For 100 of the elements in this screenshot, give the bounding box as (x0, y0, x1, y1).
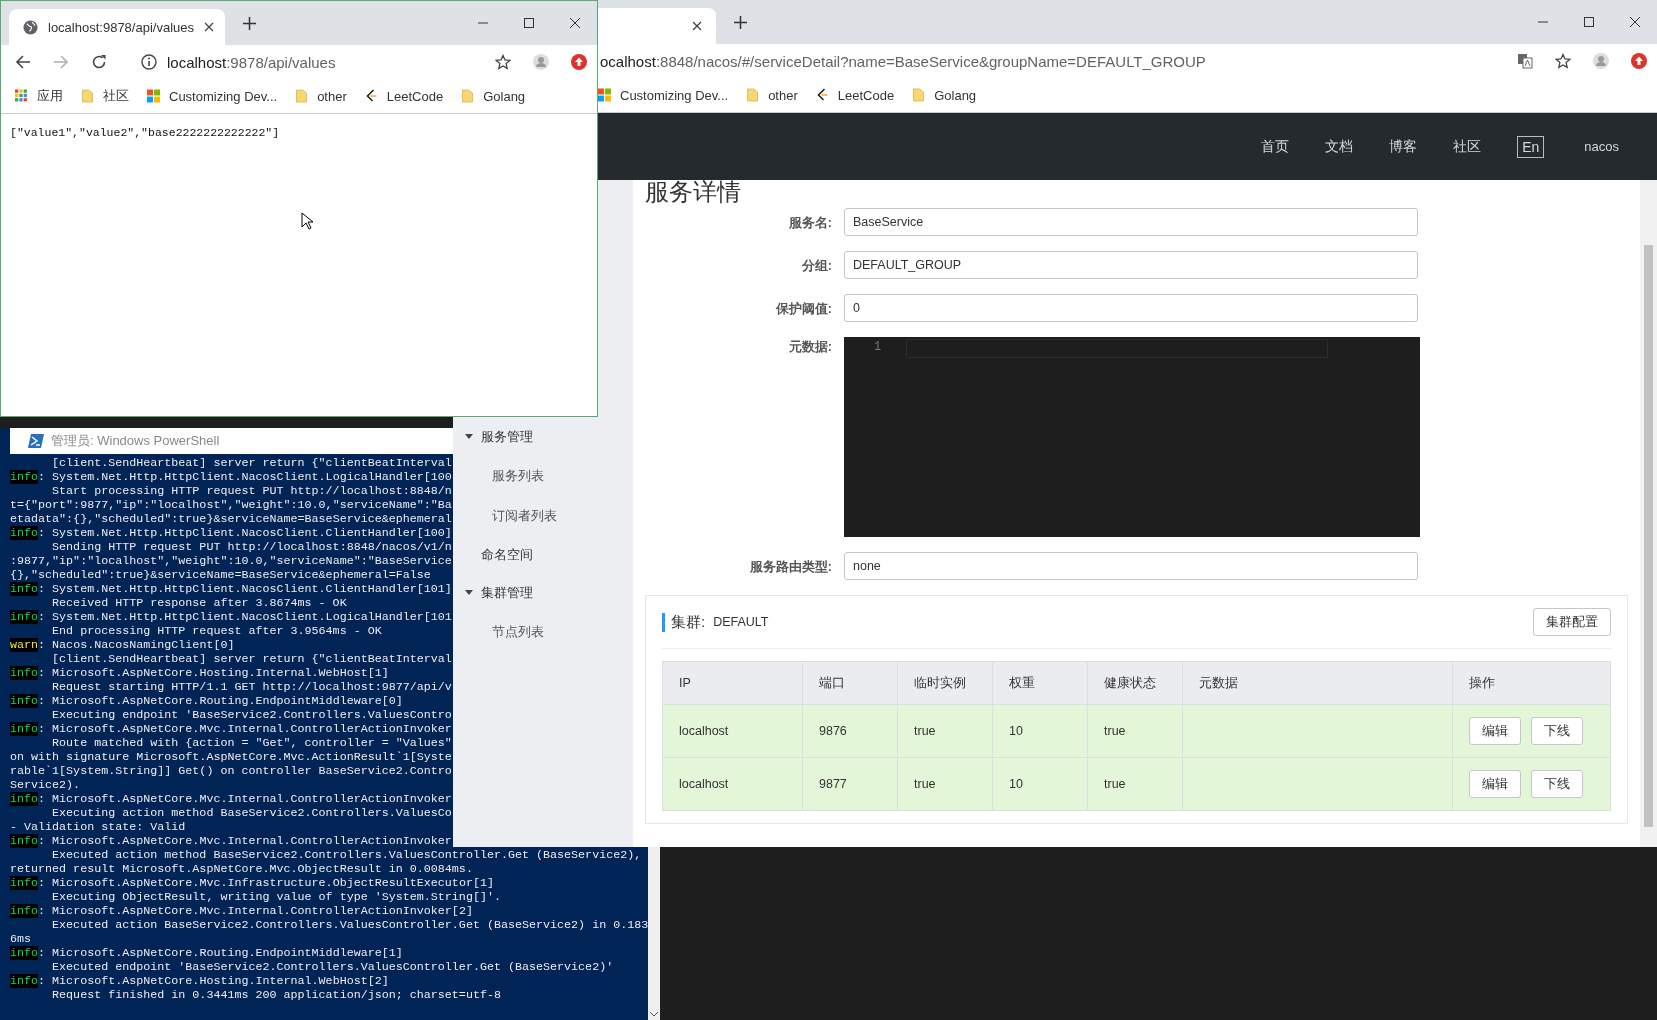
translate-icon[interactable] (1517, 53, 1533, 69)
maximize-icon[interactable] (1583, 16, 1595, 28)
address-field[interactable]: ocalhost:8848/nacos/#/serviceDetail?name=BaseService&groupName=DEFAULT_GROUP (600, 52, 1206, 70)
cluster-label: 集群: (662, 612, 706, 632)
reload-icon[interactable] (91, 54, 107, 70)
console-line: [client.SendHeartbeat] server return {"clientBeatInterval (51, 456, 452, 470)
console-line: info: Microsoft.AspNetCore.Mvc.Infrastructure.ObjectResultExecutor[1] (10, 876, 494, 890)
bookmark[interactable]: LeetCode (815, 87, 895, 103)
close-icon[interactable] (1629, 16, 1641, 28)
edit-button[interactable]: 编辑 (1469, 770, 1521, 798)
console-line: - Validation state: Valid (10, 820, 186, 834)
console-line: Request starting HTTP/1.1 GET http://localhost:9877/api/v (51, 680, 452, 694)
field-label: 服务名: (787, 214, 832, 232)
bookmark[interactable]: 社区 (81, 87, 129, 105)
console-line: Route matched with {action = "Get", controller = "Values" (51, 736, 452, 750)
console-line: Executing action method BaseService2.Controllers.ValuesCo (51, 806, 452, 820)
input-field[interactable]: DEFAULT_GROUP (844, 251, 1418, 279)
console-line: Executed endpoint 'BaseService2.Controllers.ValuesController.Get (BaseService2)' (51, 960, 614, 974)
console-line: info: Microsoft.AspNetCore.Hosting.Internal.WebHost[2] (10, 974, 389, 988)
apps-grid-icon (15, 89, 28, 103)
column-header: 端口 (802, 661, 898, 705)
edit-button[interactable]: 编辑 (1469, 717, 1521, 745)
user-link[interactable]: nacos (1584, 139, 1619, 154)
address-field[interactable]: localhost:9878/api/values (167, 53, 336, 71)
console-line: info: Microsoft.AspNetCore.Routing.EndpointMiddleware[0] (10, 694, 403, 708)
folder-icon (912, 88, 926, 102)
nav-link[interactable]: 文档 (1325, 137, 1354, 156)
sidebar-item[interactable]: 命名空间 (453, 536, 633, 574)
console-line: warn: Nacos.NacosNamingClient[0] (10, 638, 235, 652)
windows-logo-icon (598, 88, 611, 102)
bookmark[interactable]: other (295, 88, 347, 104)
console-line: Received HTTP response after 3.8674ms - OK (51, 596, 347, 610)
star-icon[interactable] (1555, 53, 1571, 69)
input-field[interactable]: none (844, 552, 1418, 580)
console-line: info: Microsoft.AspNetCore.Routing.EndpointMiddleware[1] (10, 946, 403, 960)
console-line: Executing ObjectResult, writing value of type 'System.String[]'. (51, 890, 501, 904)
star-icon[interactable] (495, 54, 511, 70)
sidebar-item[interactable]: 服务管理 (453, 418, 633, 456)
offline-button[interactable]: 下线 (1531, 770, 1583, 798)
bookmark[interactable]: LeetCode (364, 88, 444, 104)
column-header: 元数据 (1182, 661, 1453, 705)
extension-icon[interactable] (1631, 53, 1647, 69)
cluster-config-button[interactable]: 集群配置 (1533, 608, 1611, 636)
maximize-icon[interactable] (523, 17, 535, 29)
table-cell: 10 (1009, 777, 1023, 791)
console-line: Executed action BaseService2.Controllers.ValuesController.Get (BaseService2) in 0.183 (51, 918, 649, 932)
nav-link[interactable]: 博客 (1389, 137, 1418, 156)
sidebar-item[interactable]: 集群管理 (453, 574, 633, 612)
close-icon[interactable] (692, 21, 702, 31)
offline-button[interactable]: 下线 (1531, 717, 1583, 745)
folder-icon (746, 88, 760, 102)
code-editor[interactable]: 1 (844, 337, 1420, 537)
sidebar-item[interactable]: 服务列表 (453, 456, 633, 496)
windows-logo-icon (147, 89, 160, 103)
bookmark[interactable]: Golang (461, 88, 526, 104)
input-field[interactable]: BaseService (844, 208, 1418, 236)
console-line: info: Microsoft.AspNetCore.Mvc.Internal.ControllerActionInvoker (10, 834, 452, 848)
new-tab-icon[interactable] (734, 15, 747, 29)
extension-icon[interactable] (571, 54, 587, 70)
bookmark[interactable]: Golang (912, 87, 977, 103)
column-header: 权重 (992, 661, 1088, 705)
table-cell: 9876 (819, 724, 847, 738)
console-line: Start processing HTTP request PUT http://localhost:8848/n (51, 484, 452, 498)
sidebar-item[interactable]: 订阅者列表 (453, 496, 633, 536)
console-line: :9877,"ip":"localhost","weight":10.0,"serviceName":"BaseService (10, 554, 452, 568)
field-label: 服务路由类型: (748, 558, 832, 576)
column-header: 健康状态 (1087, 661, 1183, 705)
console-line: info: System.Net.Http.HttpClient.NacosClient.ClientHandler[101] (10, 582, 452, 596)
close-icon[interactable] (204, 22, 214, 32)
bookmark[interactable]: Customizing Dev... (598, 87, 729, 103)
info-icon[interactable] (141, 54, 157, 70)
input-field[interactable]: 0 (844, 294, 1418, 322)
console-line: on with signature Microsoft.AspNetCore.Mvc.ActionResult`1[Syste (10, 750, 452, 764)
bookmark[interactable]: 应用 (15, 87, 63, 105)
console-line: End processing HTTP request after 3.9564ms - OK (51, 624, 382, 638)
scrollbar[interactable] (648, 847, 660, 1020)
language-button[interactable]: En (1517, 135, 1545, 158)
console-line: returned result Microsoft.AspNetCore.Mvc.ObjectResult in 0.0084ms. (10, 862, 473, 876)
avatar-icon[interactable] (1593, 53, 1609, 69)
nav-link[interactable]: 社区 (1453, 137, 1482, 156)
bookmark[interactable]: other (746, 87, 798, 103)
avatar-icon[interactable] (533, 54, 549, 70)
close-icon[interactable] (569, 17, 581, 29)
leetcode-icon (364, 89, 378, 103)
console-line: rable`1[System.String]] Get() on controller BaseService2.Contro (10, 764, 452, 778)
nav-link[interactable]: 首页 (1261, 137, 1290, 156)
table-cell: localhost (679, 777, 729, 791)
leetcode-icon (815, 88, 829, 102)
console-line: info: Microsoft.AspNetCore.Hosting.Internal.WebHost[1] (10, 666, 389, 680)
table-cell: 9877 (819, 777, 847, 791)
new-tab-icon[interactable] (243, 16, 256, 30)
window-title: 管理员: Windows PowerShell (51, 432, 220, 450)
sidebar-item[interactable]: 节点列表 (453, 612, 633, 652)
scrollbar[interactable] (1640, 180, 1657, 847)
column-header: IP (662, 661, 803, 705)
back-icon[interactable] (15, 54, 31, 70)
column-header: 临时实例 (897, 661, 993, 705)
browser-tab[interactable]: localhost:9878/api/values (9, 9, 225, 45)
field-label: 保护阈值: (774, 300, 832, 318)
bookmark[interactable]: Customizing Dev... (147, 88, 278, 104)
